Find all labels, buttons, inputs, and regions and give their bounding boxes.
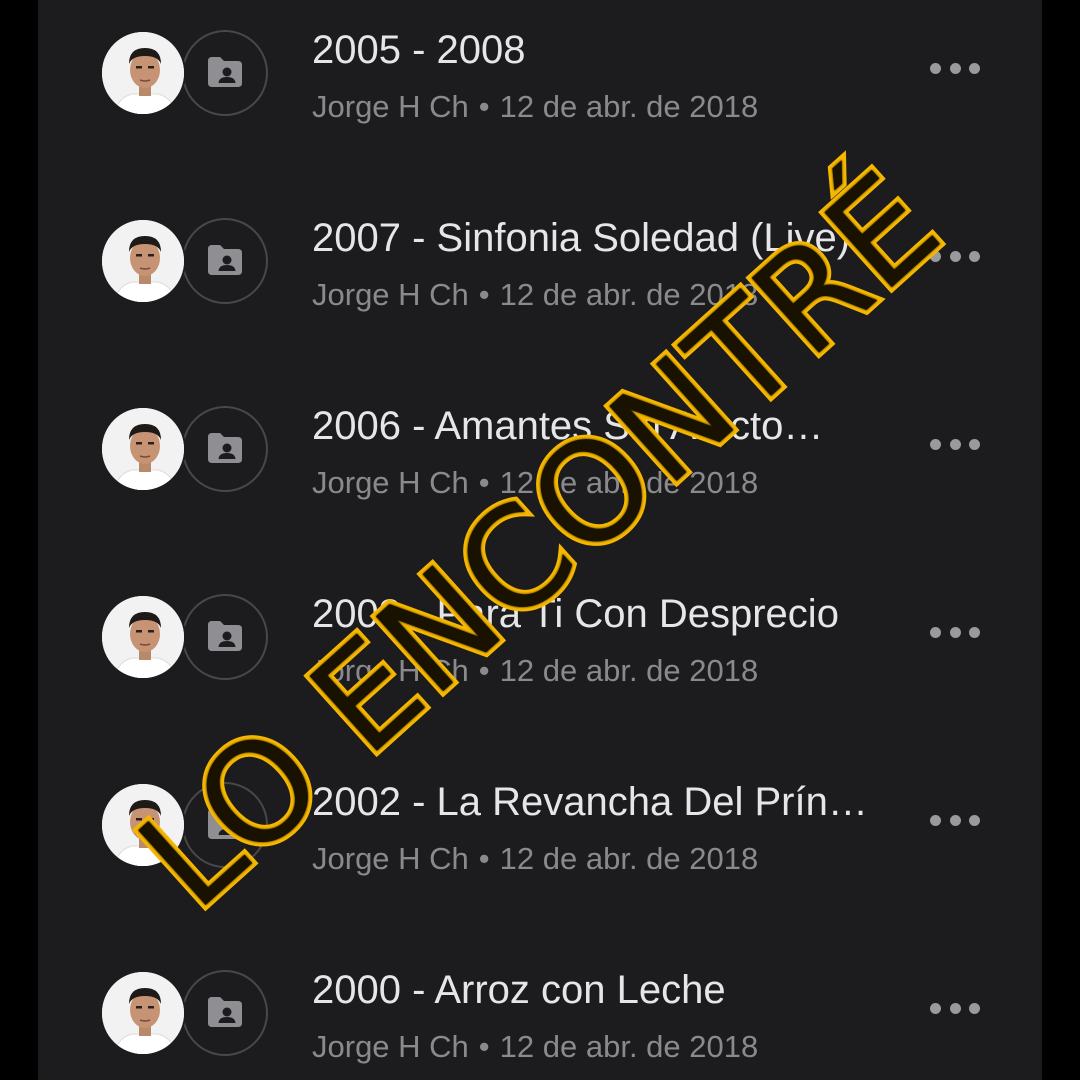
folder-title[interactable]: 2006 - Amantes Sin Afecto… xyxy=(312,402,902,450)
more-options-icon[interactable] xyxy=(930,58,980,78)
dot xyxy=(930,814,941,826)
owner-name: Jorge H Ch xyxy=(312,465,469,500)
more-options-icon[interactable] xyxy=(930,434,980,454)
owner-name: Jorge H Ch xyxy=(312,1029,469,1064)
shared-folder-icon xyxy=(182,218,268,304)
modified-date: 12 de abr. de 2018 xyxy=(499,89,759,124)
folder-list: 2005 - 2008 Jorge H Ch • 12 de abr. de 201… xyxy=(38,0,1042,1080)
folder-meta: Jorge H Ch • 12 de abr. de 2018 xyxy=(312,840,758,878)
folder-meta: Jorge H Ch • 12 de abr. de 2018 xyxy=(312,88,758,126)
owner-name: Jorge H Ch xyxy=(312,653,469,688)
folder-title[interactable]: 2000 - Arroz con Leche xyxy=(312,966,902,1014)
folder-meta: Jorge H Ch • 12 de abr. de 2018 xyxy=(312,1028,758,1066)
separator-dot: • xyxy=(478,465,490,500)
user-avatar xyxy=(100,782,186,868)
folder-meta: Jorge H Ch • 12 de abr. de 2018 xyxy=(312,652,758,690)
user-avatar xyxy=(100,30,186,116)
dot xyxy=(949,438,961,450)
user-avatar xyxy=(100,970,186,1056)
modified-date: 12 de abr. de 2018 xyxy=(499,841,759,876)
dot xyxy=(969,62,980,74)
modified-date: 12 de abr. de 2018 xyxy=(499,277,759,312)
modified-date: 12 de abr. de 2018 xyxy=(499,653,759,688)
more-options-icon[interactable] xyxy=(930,810,980,830)
folder-title[interactable]: 2002 - La Revancha Del Prín… xyxy=(312,778,902,826)
avatar-stack xyxy=(100,970,272,1060)
owner-name: Jorge H Ch xyxy=(312,277,469,312)
avatar-stack xyxy=(100,782,272,872)
separator-dot: • xyxy=(478,277,490,312)
folder-title[interactable]: 2005 - 2008 xyxy=(312,26,902,74)
dot xyxy=(949,250,961,262)
separator-dot: • xyxy=(478,653,490,688)
more-options-icon[interactable] xyxy=(930,622,980,642)
folder-title[interactable]: 2003 - Para Ti Con Desprecio xyxy=(312,590,902,638)
folder-list-item[interactable]: 2007 - Sinfonia Soledad (Live) Jorge H C… xyxy=(38,170,1042,358)
avatar-stack xyxy=(100,594,272,684)
folder-list-item[interactable]: 2000 - Arroz con Leche Jorge H Ch • 12 de … xyxy=(38,922,1042,1080)
separator-dot: • xyxy=(478,841,490,876)
folder-meta: Jorge H Ch • 12 de abr. de 2018 xyxy=(312,464,758,502)
shared-folder-icon xyxy=(182,30,268,116)
dot xyxy=(930,438,941,450)
dot xyxy=(949,626,961,638)
shared-folder-icon xyxy=(182,782,268,868)
dot xyxy=(930,626,941,638)
modified-date: 12 de abr. de 2018 xyxy=(499,1029,759,1064)
dot xyxy=(949,62,961,74)
dot xyxy=(930,1002,941,1014)
folder-meta: Jorge H Ch • 12 de abr. de 2018 xyxy=(312,276,758,314)
dot xyxy=(930,250,941,262)
folder-list-item[interactable]: 2006 - Amantes Sin Afecto… Jorge H Ch • 12… xyxy=(38,358,1042,546)
shared-folder-icon xyxy=(182,970,268,1056)
dot xyxy=(969,1002,980,1014)
separator-dot: • xyxy=(478,89,490,124)
screen: 2005 - 2008 Jorge H Ch • 12 de abr. de 201… xyxy=(0,0,1080,1080)
folder-title[interactable]: 2007 - Sinfonia Soledad (Live) xyxy=(312,214,902,262)
dot xyxy=(969,250,980,262)
avatar-stack xyxy=(100,30,272,120)
dot xyxy=(969,438,980,450)
modified-date: 12 de abr. de 2018 xyxy=(499,465,759,500)
folder-list-item[interactable]: 2002 - La Revancha Del Prín… Jorge H Ch •… xyxy=(38,734,1042,922)
avatar-stack xyxy=(100,406,272,496)
dot xyxy=(949,814,961,826)
more-options-icon[interactable] xyxy=(930,246,980,266)
folder-list-item[interactable]: 2005 - 2008 Jorge H Ch • 12 de abr. de 201… xyxy=(38,0,1042,170)
dot xyxy=(969,626,980,638)
dot xyxy=(930,62,941,74)
shared-folder-icon xyxy=(182,406,268,492)
dot xyxy=(969,814,980,826)
user-avatar xyxy=(100,218,186,304)
shared-folders-panel: 2005 - 2008 Jorge H Ch • 12 de abr. de 201… xyxy=(38,0,1042,1080)
more-options-icon[interactable] xyxy=(930,998,980,1018)
shared-folder-icon xyxy=(182,594,268,680)
dot xyxy=(949,1002,961,1014)
avatar-stack xyxy=(100,218,272,308)
folder-list-item[interactable]: 2003 - Para Ti Con Desprecio Jorge H Ch •… xyxy=(38,546,1042,734)
owner-name: Jorge H Ch xyxy=(312,89,469,124)
owner-name: Jorge H Ch xyxy=(312,841,469,876)
user-avatar xyxy=(100,406,186,492)
separator-dot: • xyxy=(478,1029,490,1064)
user-avatar xyxy=(100,594,186,680)
